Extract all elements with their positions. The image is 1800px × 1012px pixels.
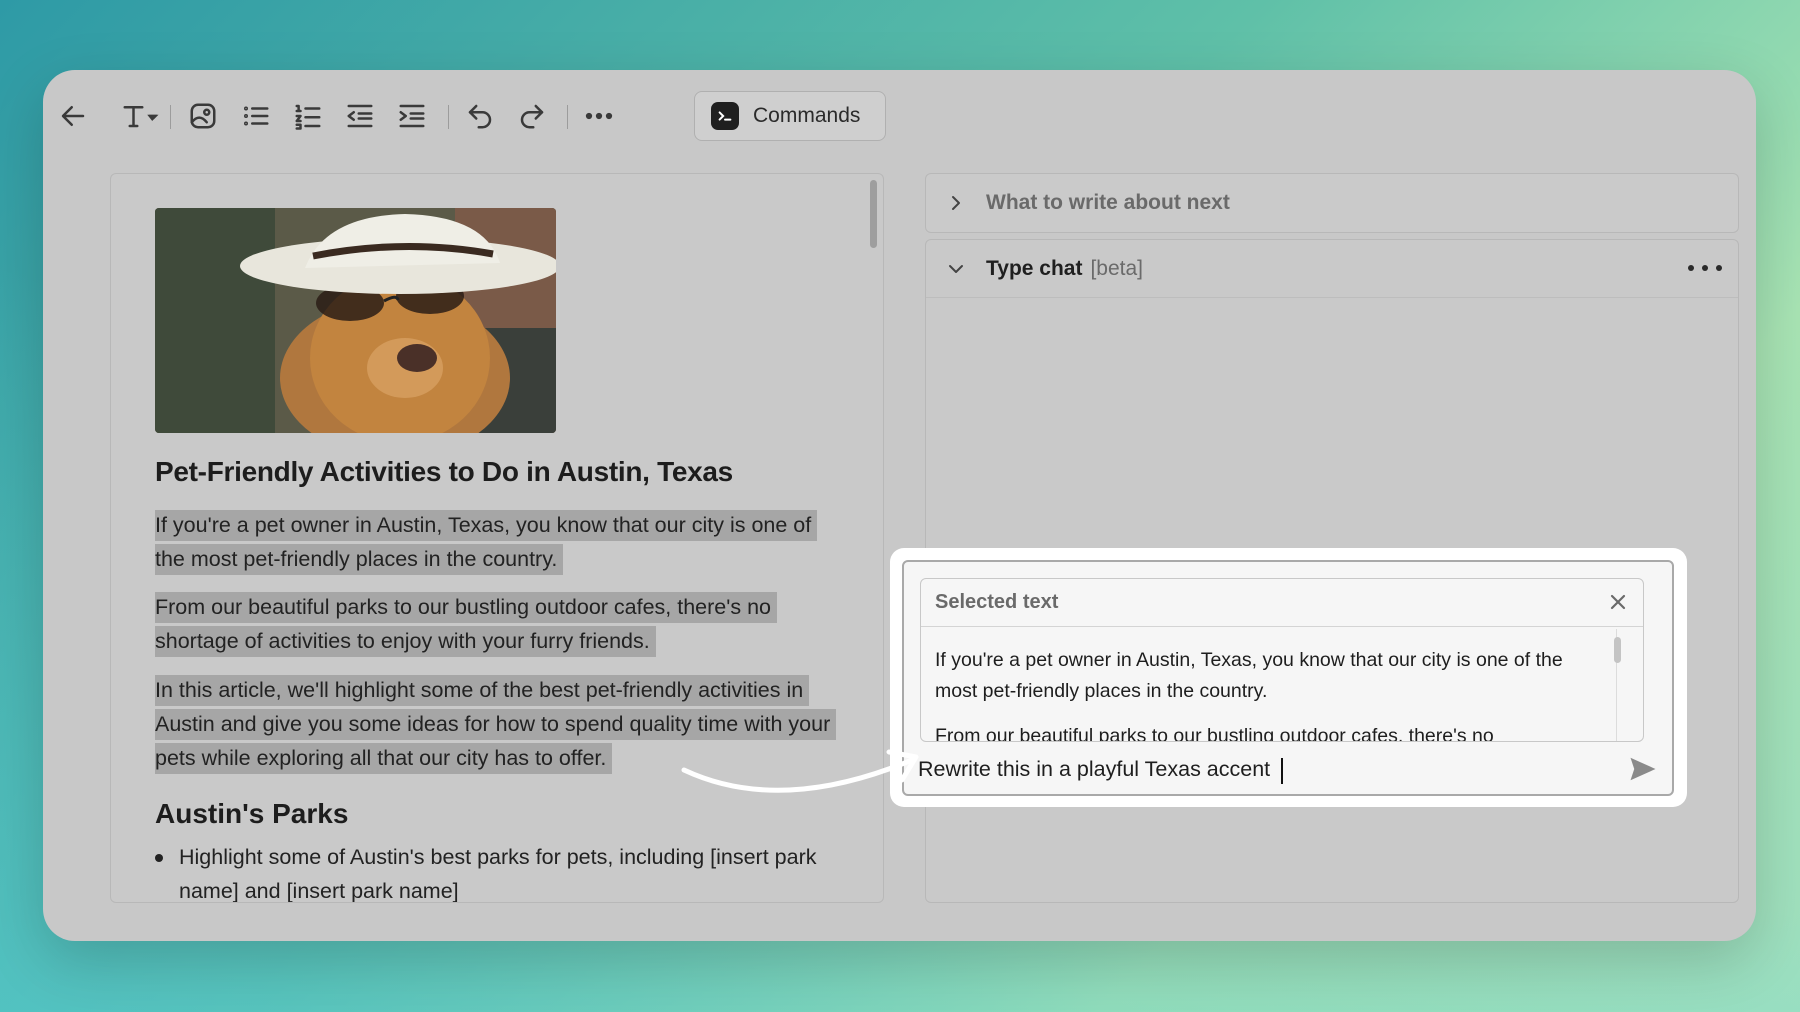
beta-badge: [beta] — [1090, 256, 1144, 280]
toolbar: Commands — [43, 70, 1756, 162]
numbered-list-icon[interactable] — [290, 98, 326, 134]
chat-input[interactable] — [918, 752, 1598, 786]
next-topic-header[interactable]: What to write about next — [926, 174, 1738, 232]
type-chat-header[interactable]: Type chat [beta] — [926, 240, 1738, 298]
section-heading[interactable]: Austin's Parks — [155, 798, 348, 830]
toolbar-divider — [567, 105, 568, 129]
selected-text-header: Selected text — [921, 579, 1643, 627]
type-chat-title: Type chat — [986, 256, 1083, 280]
selected-text-box: Selected text If you're a pet owner in A… — [920, 578, 1644, 742]
paragraph-2[interactable]: From our beautiful parks to our bustling… — [155, 590, 835, 658]
selected-text-scrollbar[interactable] — [1614, 637, 1621, 663]
selected-text: In this article, we'll highlight some of… — [155, 675, 837, 774]
selected-paragraph: If you're a pet owner in Austin, Texas, … — [935, 649, 1563, 702]
more-options-icon[interactable] — [1688, 256, 1722, 280]
selected-text-content: If you're a pet owner in Austin, Texas, … — [935, 645, 1595, 742]
selected-text: If you're a pet owner in Austin, Texas, … — [155, 510, 818, 575]
next-topic-label: What to write about next — [986, 191, 1230, 214]
selected-text: From our beautiful parks to our bustling… — [155, 592, 777, 657]
close-icon[interactable] — [1607, 591, 1629, 613]
editor-scrollbar[interactable] — [870, 180, 877, 248]
chevron-down-icon[interactable] — [946, 259, 966, 279]
document-image[interactable] — [155, 208, 556, 433]
text-style-icon[interactable] — [113, 98, 169, 134]
selected-text-title: Selected text — [935, 591, 1059, 613]
document-editor[interactable]: Pet-Friendly Activities to Do in Austin,… — [110, 173, 884, 903]
paragraph-1[interactable]: If you're a pet owner in Austin, Texas, … — [155, 508, 835, 576]
next-topic-panel[interactable]: What to write about next — [925, 173, 1739, 233]
selected-paragraph: From our beautiful parks to our bustling… — [935, 725, 1494, 742]
bullet-list-icon[interactable] — [238, 98, 274, 134]
chat-composer: Selected text If you're a pet owner in A… — [902, 560, 1674, 796]
arrow-left-icon[interactable] — [55, 98, 91, 134]
undo-icon[interactable] — [462, 98, 498, 134]
app-window: Commands Pet-Friendly Activities to Do i… — [43, 70, 1756, 941]
toolbar-divider — [170, 105, 171, 129]
indent-icon[interactable] — [394, 98, 430, 134]
list-item[interactable]: Highlight some of Austin's best parks fo… — [179, 840, 839, 902]
terminal-icon — [711, 102, 739, 130]
paragraph-3[interactable]: In this article, we'll highlight some of… — [155, 673, 837, 775]
commands-button[interactable]: Commands — [694, 91, 886, 141]
more-icon[interactable] — [581, 98, 617, 134]
redo-icon[interactable] — [514, 98, 550, 134]
chevron-right-icon[interactable] — [946, 193, 966, 213]
document-title[interactable]: Pet-Friendly Activities to Do in Austin,… — [155, 456, 733, 488]
image-icon[interactable] — [185, 98, 221, 134]
dog-photo — [155, 208, 556, 433]
toolbar-divider — [448, 105, 449, 129]
text-caret — [1281, 758, 1283, 784]
type-chat-label: Type chat [beta] — [986, 257, 1143, 281]
commands-label: Commands — [753, 104, 861, 127]
send-icon[interactable] — [1628, 754, 1660, 786]
outdent-icon[interactable] — [342, 98, 378, 134]
bullet-dot — [155, 854, 163, 862]
